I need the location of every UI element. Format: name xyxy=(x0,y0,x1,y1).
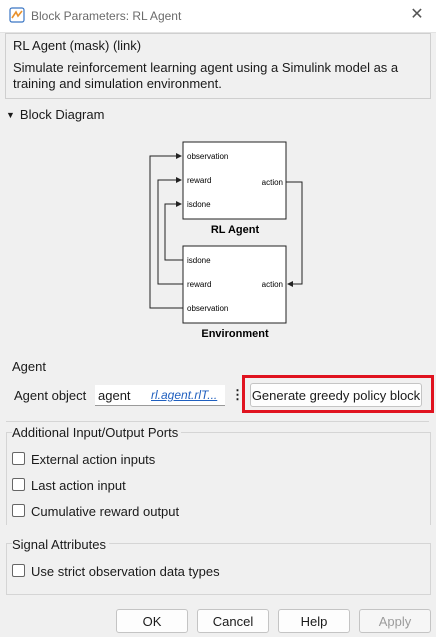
mask-description: Simulate reinforcement learning agent us… xyxy=(13,60,399,91)
external-action-inputs-checkbox[interactable]: External action inputs xyxy=(12,452,155,467)
last-action-input-checkbox[interactable]: Last action input xyxy=(12,478,126,493)
ok-button[interactable]: OK xyxy=(116,609,188,633)
environment-block-name: Environment xyxy=(201,328,269,340)
rl-agent-block-name: RL Agent xyxy=(211,224,260,236)
last-action-input-label: Last action input xyxy=(31,478,126,493)
checkbox-icon xyxy=(12,478,25,491)
checkbox-icon xyxy=(12,504,25,517)
cumulative-reward-output-checkbox[interactable]: Cumulative reward output xyxy=(12,504,179,519)
checkbox-icon xyxy=(12,564,25,577)
title-bar: Block Parameters: RL Agent ✕ xyxy=(0,0,436,33)
rl-agent-output-action: action xyxy=(262,178,283,187)
checkbox-icon xyxy=(12,452,25,465)
reward-signal-line xyxy=(157,177,183,285)
block-diagram: observation reward isdone action RL Agen… xyxy=(149,141,303,340)
isdone-signal-line xyxy=(164,201,183,261)
agent-object-input[interactable] xyxy=(95,385,153,405)
help-button[interactable]: Help xyxy=(278,609,350,633)
signal-attributes-title: Signal Attributes xyxy=(12,537,109,552)
apply-button[interactable]: Apply xyxy=(359,609,431,633)
close-icon[interactable]: ✕ xyxy=(406,4,428,26)
environment-output-observation: observation xyxy=(187,304,228,313)
strict-observation-types-label: Use strict observation data types xyxy=(31,564,220,579)
window-title: Block Parameters: RL Agent xyxy=(31,9,182,23)
observation-signal-line xyxy=(149,153,183,309)
generate-greedy-policy-button[interactable]: Generate greedy policy block xyxy=(250,383,422,407)
mask-description-panel: RL Agent (mask) (link) Simulate reinforc… xyxy=(5,33,431,99)
ports-group-title: Additional Input/Output Ports xyxy=(12,425,182,440)
external-action-inputs-label: External action inputs xyxy=(31,452,156,467)
rl-agent-input-observation: observation xyxy=(187,152,228,161)
rl-agent-input-isdone: isdone xyxy=(187,200,211,209)
agent-group-title: Agent xyxy=(12,359,46,374)
block-diagram-header: Block Diagram xyxy=(19,107,105,122)
more-options-icon[interactable]: ⋮ xyxy=(231,385,244,405)
triangle-down-icon: ▼ xyxy=(6,110,15,120)
environment-output-isdone: isdone xyxy=(187,256,211,265)
action-signal-line xyxy=(286,181,303,287)
environment-input-action: action xyxy=(262,280,283,289)
simulink-app-icon xyxy=(9,7,25,23)
strict-observation-types-checkbox[interactable]: Use strict observation data types xyxy=(12,564,220,579)
block-diagram-toggle[interactable]: ▼ Block Diagram xyxy=(6,107,104,122)
cancel-button[interactable]: Cancel xyxy=(197,609,269,633)
environment-output-reward: reward xyxy=(187,280,211,289)
cumulative-reward-output-label: Cumulative reward output xyxy=(31,504,180,519)
agent-type-link[interactable]: rl.agent.rlT... xyxy=(151,388,217,402)
agent-object-label: Agent object xyxy=(14,388,87,403)
rl-agent-input-reward: reward xyxy=(187,176,211,185)
mask-title: RL Agent (mask) (link) xyxy=(13,38,142,53)
